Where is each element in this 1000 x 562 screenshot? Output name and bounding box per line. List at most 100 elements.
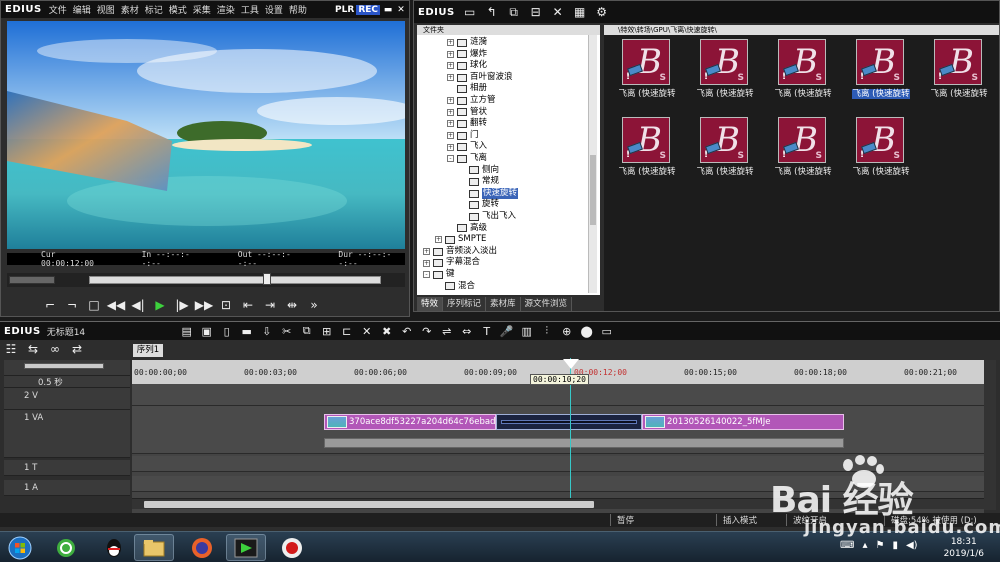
recorder-mode-button[interactable]: REC — [356, 4, 380, 15]
track-t1[interactable] — [132, 456, 984, 472]
tree-item[interactable]: 飞出飞入 — [459, 211, 516, 223]
expand-icon[interactable]: + — [447, 50, 454, 58]
sequence-tab[interactable]: 序列1 — [133, 344, 163, 357]
transition-clip[interactable] — [496, 414, 642, 430]
redo-icon[interactable]: ↷ — [417, 325, 437, 338]
expand-icon[interactable]: + — [423, 248, 430, 256]
tree-item[interactable]: + 音频淡入淡出 — [423, 246, 497, 258]
tab-bin[interactable]: 素材库 — [486, 297, 521, 311]
start-button[interactable] — [4, 534, 36, 561]
video-clip-2[interactable]: 20130526140022_5fMJe — [642, 414, 844, 430]
audio-waveform-bar[interactable] — [324, 438, 844, 448]
undo-icon[interactable]: ↶ — [397, 325, 417, 338]
expand-icon[interactable]: + — [447, 143, 454, 151]
mixer-icon[interactable]: ⫶ — [537, 324, 557, 338]
flag-icon[interactable]: ⚑ — [875, 540, 884, 551]
effect-thumbnail[interactable]: B S! 飞离 (快速旋转 — [688, 117, 762, 187]
save-icon[interactable]: ▬ — [237, 325, 257, 338]
shuttle-slider[interactable] — [9, 276, 55, 284]
settings-icon[interactable]: ⚙ — [591, 5, 613, 19]
tab-effects[interactable]: 特效 — [417, 297, 444, 311]
expand-icon[interactable]: + — [447, 62, 454, 70]
menu-view[interactable]: 视图 — [94, 3, 118, 16]
tree-item[interactable]: + 飞入 — [447, 141, 487, 153]
effect-thumbnail[interactable]: B S! 飞离 (快速旋转 — [766, 117, 840, 187]
render-icon[interactable]: ⬤ — [577, 325, 597, 338]
set-in-icon[interactable]: ⌐ — [39, 298, 61, 312]
expand-icon[interactable]: + — [447, 108, 454, 116]
taskbar-app-explorer[interactable] — [134, 534, 174, 561]
tree-item[interactable]: -键 — [423, 269, 455, 281]
menu-capture[interactable]: 采集 — [190, 3, 214, 16]
tab-sequence-markers[interactable]: 序列标记 — [443, 297, 487, 311]
tree-item[interactable]: - 飞离 — [447, 153, 487, 165]
position-slider-handle[interactable] — [263, 273, 271, 285]
step-back-icon[interactable]: ◀| — [127, 298, 149, 312]
tree-item[interactable]: 高级 — [447, 223, 487, 235]
up-folder-icon[interactable]: ↰ — [481, 5, 503, 19]
system-clock[interactable]: 18:31 2019/1/6 — [944, 536, 984, 560]
video-clip-1[interactable]: 370ace8df53227a204d64c76ebad... — [324, 414, 496, 430]
stop-icon[interactable]: □ — [83, 298, 105, 312]
taskbar-app-qq[interactable] — [94, 534, 134, 561]
title-icon[interactable]: T — [477, 325, 497, 338]
voiceover-icon[interactable]: 🎤 — [497, 325, 517, 338]
set-out-icon[interactable]: ¬ — [61, 298, 83, 312]
network-icon[interactable]: ▮ — [892, 540, 898, 551]
effect-thumbnail[interactable]: B S! 飞离 (快速旋转 — [610, 117, 684, 187]
effect-thumbnail[interactable]: B S! 飞离 (快速旋转 — [844, 39, 918, 109]
menu-render[interactable]: 渲染 — [214, 3, 238, 16]
minimize-icon[interactable]: ▬ — [383, 5, 393, 15]
menu-marker[interactable]: 标记 — [142, 3, 166, 16]
menu-file[interactable]: 文件 — [46, 3, 70, 16]
menu-help[interactable]: 帮助 — [286, 3, 310, 16]
expand-icon[interactable]: + — [447, 97, 454, 105]
tree-item[interactable]: + SMPTE — [435, 234, 486, 246]
group-icon[interactable]: ⊏ — [337, 325, 357, 338]
menu-clip[interactable]: 素材 — [118, 3, 142, 16]
track-header-t1[interactable]: 1 T — [4, 460, 130, 476]
expand-icon[interactable]: + — [447, 120, 454, 128]
tray-arrow-icon[interactable]: ▴ — [862, 540, 867, 551]
add-transition-icon[interactable]: ⇌ — [437, 325, 457, 338]
new-sequence-icon[interactable]: ▤ — [177, 325, 197, 338]
taskbar-app-recorder[interactable] — [272, 534, 312, 561]
track-icon[interactable]: ▥ — [517, 325, 537, 338]
tree-scrollbar-thumb[interactable] — [590, 155, 596, 225]
layout-icon[interactable]: ▭ — [597, 325, 617, 338]
mixer-alt-icon[interactable]: ⊕ — [557, 325, 577, 338]
expand-icon[interactable]: + — [447, 132, 454, 140]
overwrite-to-timeline-icon[interactable]: ⇥ — [259, 298, 281, 312]
effect-thumbnail[interactable]: B S! 飞离 (快速旋转 — [688, 39, 762, 109]
taskbar-app-360[interactable] — [46, 534, 86, 561]
cut-icon[interactable]: ✂ — [277, 325, 297, 338]
delete-icon[interactable]: ✕ — [547, 5, 569, 19]
insert-to-timeline-icon[interactable]: ⇤ — [237, 298, 259, 312]
tree-item[interactable]: + 涟漪 — [447, 37, 487, 49]
tree-item[interactable]: 相册 — [447, 83, 487, 95]
timeline-vertical-scrollbar[interactable] — [984, 360, 996, 510]
menu-edit[interactable]: 编辑 — [70, 3, 94, 16]
expand-icon[interactable]: + — [435, 236, 442, 244]
player-mode-button[interactable]: PLR — [335, 5, 354, 15]
tree-item[interactable]: 混合 — [435, 281, 475, 293]
delete-clip-icon[interactable]: ✕ — [357, 325, 377, 338]
menu-settings[interactable]: 设置 — [262, 3, 286, 16]
view-toggle-icon[interactable]: ▦ — [569, 5, 591, 19]
volume-icon[interactable]: ◀) — [906, 540, 918, 551]
copy-clip-icon[interactable]: ⧉ — [297, 324, 317, 338]
tree-item[interactable]: + 翻转 — [447, 118, 487, 130]
step-forward-icon[interactable]: |▶ — [171, 298, 193, 312]
tree-item[interactable]: + 球化 — [447, 60, 487, 72]
open-icon[interactable]: ▣ — [197, 325, 217, 338]
track-a1[interactable] — [132, 476, 984, 492]
tree-item[interactable]: + 百叶窗波浪 — [447, 72, 513, 84]
track-va1[interactable]: 370ace8df53227a204d64c76ebad... 20130526… — [132, 406, 984, 454]
expand-icon[interactable]: + — [447, 74, 454, 82]
fast-forward-icon[interactable]: ▶▶ — [193, 298, 215, 312]
tree-item[interactable]: 侧向 — [459, 165, 499, 177]
expand-icon[interactable]: + — [423, 259, 430, 267]
tree-item[interactable]: + 立方管 — [447, 95, 496, 107]
track-v2[interactable] — [132, 384, 984, 406]
tree-item[interactable]: 常规 — [459, 176, 499, 188]
